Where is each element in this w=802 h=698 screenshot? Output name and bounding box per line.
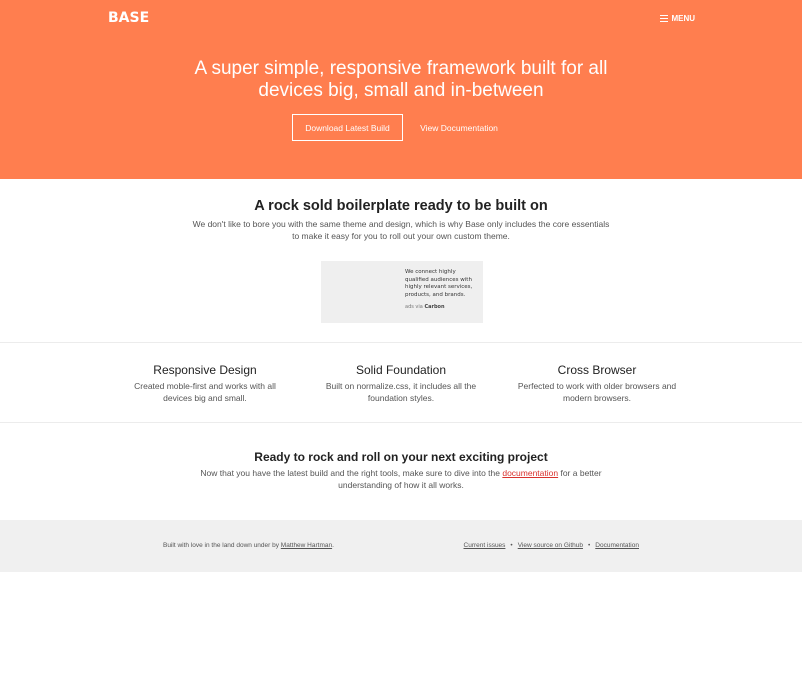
hero-header: BASE MENU A super simple, responsive fra…: [0, 0, 802, 179]
download-button[interactable]: Download Latest Build: [292, 114, 403, 141]
cta-title: Ready to rock and roll on your next exci…: [254, 450, 548, 464]
feature-desc-line-2: modern browsers.: [562, 393, 632, 403]
author-link[interactable]: Matthew Hartman: [281, 542, 332, 549]
feature-desc: Perfected to work with older browsers an…: [517, 380, 677, 404]
feature-title: Solid Foundation: [355, 363, 447, 377]
intro-text-line-2: to make it easy for you to roll out your…: [292, 231, 510, 241]
separator: •: [510, 542, 513, 549]
menu-label: MENU: [671, 14, 695, 23]
cta-text-line-2: understanding of how it all works.: [338, 480, 464, 490]
logo[interactable]: BASE: [108, 10, 149, 26]
feature-desc-line-2: foundation styles.: [367, 393, 435, 403]
section-divider: [0, 342, 802, 343]
feature-responsive-design: Responsive Design Created moble-first an…: [125, 363, 285, 404]
feature-desc: Created moble-first and works with all d…: [125, 380, 285, 404]
hero-title-line-2: devices big, small and in-between: [258, 80, 544, 101]
section-divider: [0, 422, 802, 423]
ad-via[interactable]: ads via Carbon: [405, 304, 445, 310]
feature-desc-line-1: Created moble-first and works with all: [134, 381, 276, 391]
credit-suffix: .: [332, 542, 334, 549]
cta-text-before: Now that you have the latest build and t…: [200, 468, 503, 478]
feature-title: Cross Browser: [557, 363, 637, 377]
cta-text: Now that you have the latest build and t…: [196, 467, 606, 491]
feature-solid-foundation: Solid Foundation Built on normalize.css,…: [321, 363, 481, 404]
feature-desc: Built on normalize.css, it includes all …: [321, 380, 481, 404]
intro-title: A rock sold boilerplate ready to be buil…: [254, 198, 548, 214]
intro-text: We don't like to bore you with the same …: [190, 218, 612, 242]
intro-text-line-1: We don't like to bore you with the same …: [192, 219, 610, 229]
ad-brand: Carbon: [424, 304, 445, 310]
feature-title: Responsive Design: [153, 363, 257, 377]
view-documentation-button[interactable]: View Documentation: [414, 114, 504, 141]
hamburger-icon: [660, 15, 669, 22]
separator: •: [587, 542, 591, 549]
hero-title-line-1: A super simple, responsive framework bui…: [194, 58, 608, 79]
feature-desc-line-1: Built on normalize.css, it includes all …: [325, 381, 477, 391]
cta-text-after: for a better: [558, 468, 602, 478]
ad-text[interactable]: We connect highly qualified audiences wi…: [405, 269, 481, 299]
footer: Built with love in the land down under b…: [0, 520, 802, 572]
footer-links: Current issues • View source on Github •…: [464, 542, 639, 549]
feature-desc-line-1: Perfected to work with older browsers an…: [517, 381, 677, 391]
credit-prefix: Built with love in the land down under b…: [163, 542, 281, 549]
feature-cross-browser: Cross Browser Perfected to work with old…: [517, 363, 677, 404]
footer-documentation-link[interactable]: Documentation: [595, 542, 639, 549]
footer-credit: Built with love in the land down under b…: [163, 542, 334, 549]
current-issues-link[interactable]: Current issues: [464, 542, 506, 549]
ad-via-label: ads via: [405, 304, 423, 310]
github-source-link[interactable]: View source on Github: [518, 542, 583, 549]
documentation-link[interactable]: documentation: [502, 468, 558, 478]
menu-button[interactable]: MENU: [660, 14, 695, 23]
carbon-ad[interactable]: We connect highly qualified audiences wi…: [321, 261, 483, 323]
feature-desc-line-2: devices big and small.: [163, 393, 247, 403]
hero-title: A super simple, responsive framework bui…: [0, 58, 802, 102]
